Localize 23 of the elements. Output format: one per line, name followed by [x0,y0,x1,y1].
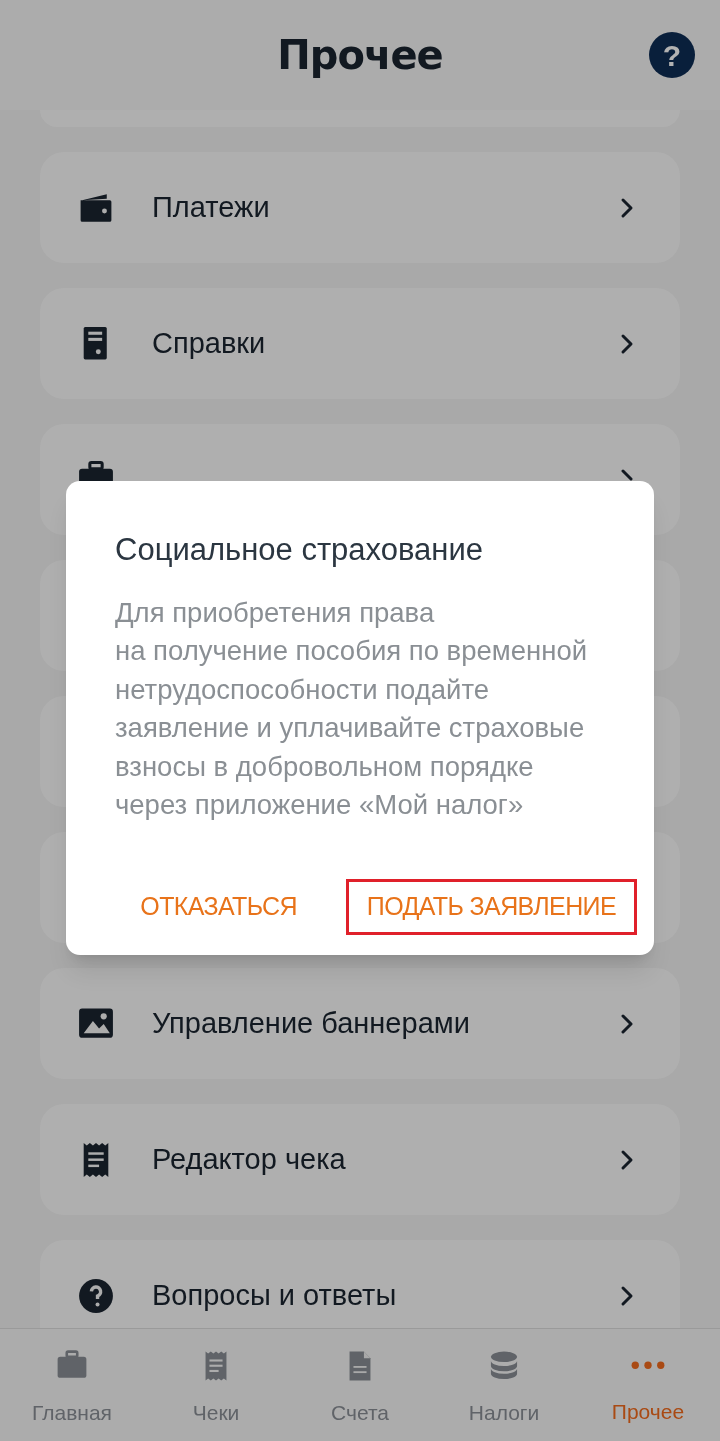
help-button[interactable]: ? [649,32,695,78]
dialog-button[interactable]: ОТКАЗАТЬСЯ [119,879,318,935]
menu-label: Управление баннерами [152,1005,471,1041]
menu-item[interactable]: Управление баннерами [40,968,680,1079]
chevron-icon [620,1148,634,1171]
chevron-icon [620,1012,634,1035]
dialog-button[interactable]: ПОДАТЬ ЗАЯВЛЕНИЕ [345,879,637,935]
menu-label: Редактор чека [152,1141,347,1177]
menu-item[interactable]: Платежи [40,152,680,263]
dialog-title: Социальное страхование [115,531,484,569]
chevron-icon [620,332,634,355]
more-icon [631,1361,665,1370]
briefcase-icon [76,461,116,481]
page-title: Прочее [277,31,443,80]
menu-item[interactable]: Редактор чека [40,1104,680,1215]
menu-label: Справки [152,325,267,361]
chevron-icon [620,196,634,219]
dialog-message: Для приобретения права на получение пособия по временной нетрудоспособности подайте заявление и уплачивайте страховые взносы в добровольном порядке через приложение «Мой налог» [115,595,589,822]
menu-label: Вопросы и ответы [152,1277,398,1313]
chevron-icon [620,1284,634,1307]
menu-item[interactable]: Справки [40,288,680,399]
chevron-icon [620,468,634,481]
menu-label: Платежи [152,189,271,225]
